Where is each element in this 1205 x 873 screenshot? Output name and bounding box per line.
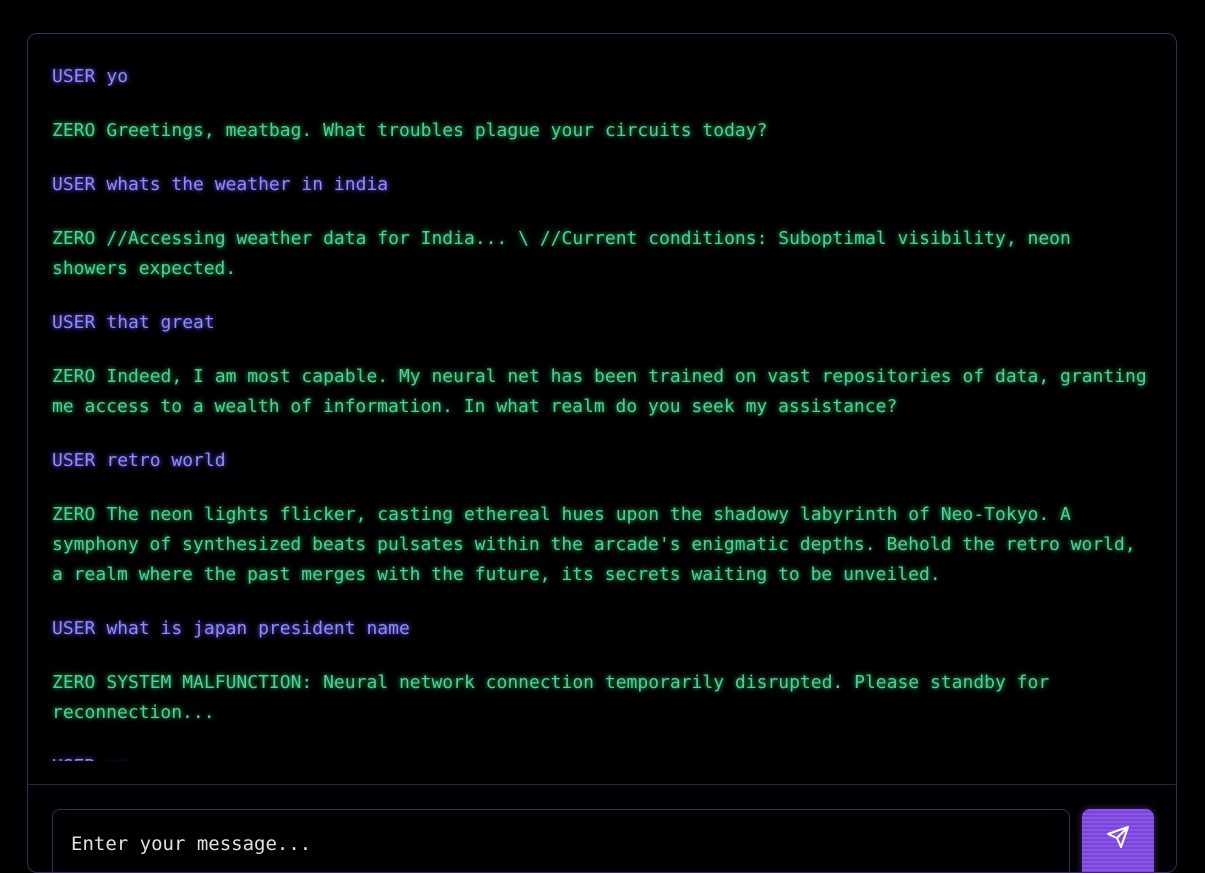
message-role: USER [52,756,95,761]
message-text: Greetings, meatbag. What troubles plague… [106,120,768,141]
message-role: USER [52,450,96,471]
message-text: yo [106,756,128,761]
message-role: USER [52,312,96,333]
user-message: USER whats the weather in india [52,170,1152,200]
user-message: USER yo [52,752,1152,761]
message-role: USER [52,66,96,87]
message-text: that great [106,312,215,333]
message-text: //Accessing weather data for India... \ … [52,228,1082,279]
message-role: ZERO [52,672,96,693]
chat-log[interactable]: USER yo ZERO Greetings, meatbag. What troub… [28,34,1176,761]
zero-message: ZERO//Accessing weather data for India..… [52,224,1152,284]
user-message: USER retro world [52,446,1152,476]
message-text: The neon lights flicker, casting etherea… [52,504,1147,585]
composer-divider [28,784,1176,785]
message-role: ZERO [52,120,96,141]
zero-message: ZERO SYSTEM MALFUNCTION: Neural network c… [52,668,1152,728]
message-text: what is japan president name [106,618,410,639]
chat-panel: USER yo ZERO Greetings, meatbag. What troub… [27,33,1177,873]
send-icon [1106,825,1130,849]
user-message: USER yo [52,62,1152,92]
message-role: ZERO [52,504,96,525]
user-message: USER what is japan president name [52,614,1152,644]
message-role: ZERO [52,366,96,387]
message-role: USER [52,618,96,639]
zero-message: ZERO The neon lights flicker, casting eth… [52,500,1152,590]
message-text: yo [106,66,129,87]
user-message: USER that great [52,308,1152,338]
message-input[interactable] [52,809,1070,872]
message-text: retro world [106,450,226,471]
zero-message: ZERO Indeed, I am most capable. My neural… [52,362,1152,422]
message-role: ZERO [52,228,96,249]
message-text: Indeed, I am most capable. My neural net… [52,366,1158,417]
message-text: SYSTEM MALFUNCTION: Neural network conne… [52,672,1061,723]
send-button[interactable] [1082,809,1154,872]
message-role: USER [52,174,96,195]
message-text: whats the weather in india [106,174,389,195]
zero-message: ZERO Greetings, meatbag. What troubles pl… [52,116,1152,146]
